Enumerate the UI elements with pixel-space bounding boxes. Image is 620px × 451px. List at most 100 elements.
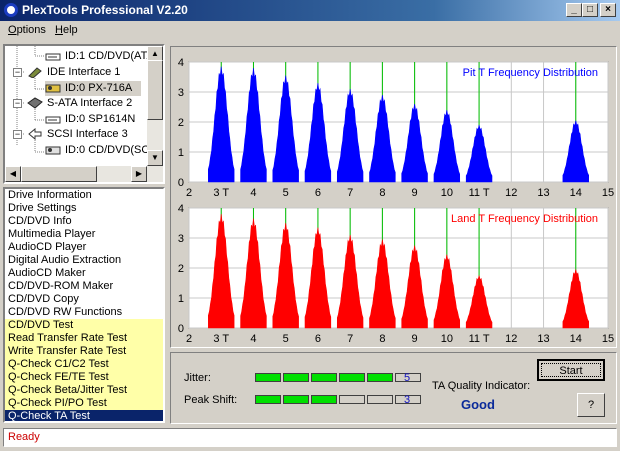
y-tick-label: 1 [178,293,184,305]
function-item[interactable]: CD/DVD Info [5,215,163,228]
collapse-sata-icon[interactable]: − [13,99,22,108]
ta-quality-label: TA Quality Indicator: [432,380,531,392]
ta-charts: 012342 3 T 4 5 6 7 8 9 10 11 T 12 13 14 15Pit T Frequ… [178,57,614,345]
device-tree[interactable]: ID:1 CD/DVD(ATA − IDE Interface 1 ID:0 P… [3,44,165,184]
jitter-led [339,373,365,382]
menu-bar: Options Help [0,21,620,40]
function-item[interactable]: CD/DVD RW Functions [5,306,163,319]
peak-shift-label: Peak Shift: [184,394,238,406]
plextools-logo-icon [4,3,18,17]
x-tick-label: 9 [412,187,418,199]
y-tick-label: 0 [178,177,184,189]
y-tick-label: 1 [178,147,184,159]
function-item[interactable]: Drive Settings [5,202,163,215]
scroll-left-icon[interactable]: ◀ [5,166,21,182]
chart-title: Land T Frequency Distribution [451,213,598,225]
function-item[interactable]: Multimedia Player [5,228,163,241]
function-item[interactable]: Read Transfer Rate Test [5,332,163,345]
title-bar[interactable]: PlexTools Professional V2.20 _ □ × [0,0,620,21]
function-item[interactable]: Write Transfer Rate Test [5,345,163,358]
jitter-value: 5 [404,372,411,384]
x-tick-label: 4 [250,333,256,345]
jitter-led [367,373,393,382]
function-item[interactable]: CD/DVD Copy [5,293,163,306]
x-tick-label: 9 [412,333,418,345]
tree-horizontal-scrollbar[interactable]: ◀ ▶ [5,166,147,182]
y-tick-label: 4 [178,57,184,69]
ide-card-icon [28,67,42,78]
x-tick-label: 2 [186,187,192,199]
function-item[interactable]: Digital Audio Extraction [5,254,163,267]
x-tick-label: 2 [186,333,192,345]
jitter-led [283,373,309,382]
function-item[interactable]: Q-Check Beta/Jitter Test [5,384,163,397]
y-tick-label: 4 [178,203,184,215]
window-title: PlexTools Professional V2.20 [22,3,188,17]
harddisk-icon [45,116,61,124]
jitter-led [311,373,337,382]
function-item[interactable]: Q-Check C1/C2 Test [5,358,163,371]
sata-card-icon [27,97,43,109]
menu-help[interactable]: Help [55,24,78,36]
close-button[interactable]: × [600,3,616,17]
peak-shift-meter [255,395,421,404]
function-item[interactable]: Q-Check FE/TE Test [5,371,163,384]
x-tick-label: 3 T [213,333,229,345]
function-item[interactable]: CD/DVD-ROM Maker [5,280,163,293]
x-tick-label: 8 [379,333,385,345]
y-tick-label: 2 [178,263,184,275]
start-button[interactable]: Start [537,359,605,381]
x-tick-label: 12 [505,333,517,345]
function-item[interactable]: AudioCD Maker [5,267,163,280]
tree-node-px716a[interactable]: ID:0 PX-716A [45,81,141,96]
jitter-meter [255,373,421,382]
y-tick-label: 0 [178,323,184,335]
collapse-ide-icon[interactable]: − [13,68,22,77]
tree-vertical-scrollbar[interactable]: ▲ ▼ [147,46,163,182]
x-tick-label: 4 [250,187,256,199]
chart-panel: 0123423 T 4 5 6 7 8 9 10 11 T 12 13 14 15 Pit T Frequ… [170,46,617,348]
chart-land: 012342 3 T 4 5 6 7 8 9 10 11 T 12 13 14 15Land T Freq… [178,203,614,345]
drive-icon [45,53,61,61]
chart-title: Pit T Frequency Distribution [463,67,598,79]
minimize-button[interactable]: _ [566,3,582,17]
scsi-icon [28,128,42,140]
drive-icon [45,146,61,155]
peak-shift-led [339,395,365,404]
function-item[interactable]: Q-Check TA Test [5,410,163,421]
scroll-thumb[interactable] [147,60,163,120]
status-bar: Ready [3,428,617,447]
x-tick-label: 5 [283,187,289,199]
x-tick-label: 15 [602,333,614,345]
jitter-label: Jitter: [184,372,211,384]
peak-shift-led [283,395,309,404]
peak-shift-led [367,395,393,404]
x-tick-label: 6 [315,187,321,199]
function-item[interactable]: Q-Check PI/PO Test [5,397,163,410]
function-item[interactable]: Drive Information [5,189,163,202]
chart-pit: 012342 3 T 4 5 6 7 8 9 10 11 T 12 13 14 15Pit T Frequ… [178,57,614,199]
x-tick-label: 8 [379,187,385,199]
hscroll-thumb[interactable] [21,166,97,182]
peak-shift-led [311,395,337,404]
x-tick-label: 11 T [469,187,490,199]
x-tick-label: 13 [537,187,549,199]
x-tick-label: 7 [347,187,353,199]
scroll-right-icon[interactable]: ▶ [131,166,147,182]
quality-panel: Jitter: 5 Peak Shift: 3 TA Quality Indic… [170,352,617,424]
help-button[interactable]: ? [577,393,605,417]
x-tick-label: 5 [283,333,289,345]
menu-options[interactable]: Options [8,24,46,36]
collapse-scsi-icon[interactable]: − [13,130,22,139]
x-tick-label: 7 [347,333,353,345]
ta-quality-value: Good [461,397,495,412]
x-tick-label: 3 T [213,187,229,199]
maximize-button[interactable]: □ [582,3,598,17]
y-tick-label: 3 [178,87,184,99]
function-item[interactable]: CD/DVD Test [5,319,163,332]
function-item[interactable]: AudioCD Player [5,241,163,254]
x-tick-label: 14 [570,333,582,345]
y-tick-label: 2 [178,117,184,129]
scroll-down-icon[interactable]: ▼ [147,150,163,166]
function-list[interactable]: Drive Information Drive Settings CD/DVD In… [3,187,165,423]
